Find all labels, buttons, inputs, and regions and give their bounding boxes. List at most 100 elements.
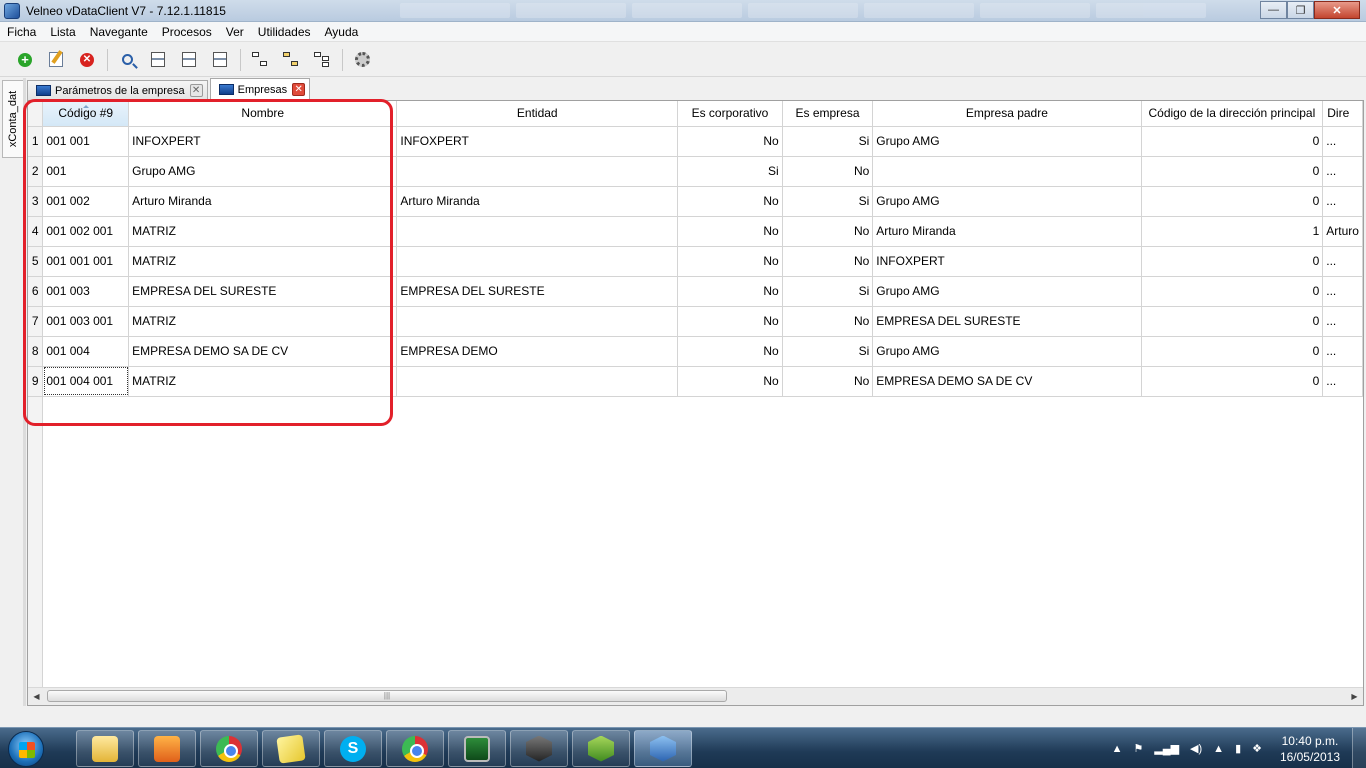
- close-icon[interactable]: ✕: [292, 83, 306, 96]
- cell-es-corporativo[interactable]: No: [677, 186, 783, 217]
- cell-codigo[interactable]: 001 003: [42, 276, 130, 307]
- start-button[interactable]: [8, 731, 44, 767]
- cell-codigo-direccion[interactable]: 0: [1141, 306, 1324, 337]
- cell-empresa-padre[interactable]: Grupo AMG: [872, 186, 1142, 217]
- cell-nombre[interactable]: EMPRESA DEL SURESTE: [128, 276, 398, 307]
- cell-direccion[interactable]: Arturo: [1322, 216, 1363, 247]
- cell-entidad[interactable]: EMPRESA DEL SURESTE: [396, 276, 679, 307]
- cell-nombre[interactable]: MATRIZ: [128, 366, 398, 397]
- cell-codigo-direccion[interactable]: 0: [1141, 276, 1324, 307]
- cell-direccion[interactable]: ...: [1322, 276, 1363, 307]
- cell-empresa-padre[interactable]: Grupo AMG: [872, 336, 1142, 367]
- cell-entidad[interactable]: EMPRESA DEMO: [396, 336, 679, 367]
- cell-nombre[interactable]: EMPRESA DEMO SA DE CV: [128, 336, 398, 367]
- cell-es-empresa[interactable]: No: [782, 366, 874, 397]
- cell-empresa-padre[interactable]: Arturo Miranda: [872, 216, 1142, 247]
- show-desktop-button[interactable]: [1352, 728, 1366, 768]
- cell-direccion[interactable]: ...: [1322, 186, 1363, 217]
- column-header-empresa-padre[interactable]: Empresa padre: [872, 101, 1142, 127]
- cell-es-corporativo[interactable]: No: [677, 246, 783, 277]
- tree-button[interactable]: [247, 47, 273, 73]
- scroll-left-icon[interactable]: ◀: [28, 688, 45, 705]
- table-row[interactable]: 7 001 003 001 MATRIZ No No EMPRESA DEL SUREST…: [28, 306, 1363, 337]
- scrollbar-thumb[interactable]: |||: [47, 690, 727, 702]
- cell-empresa-padre[interactable]: EMPRESA DEMO SA DE CV: [872, 366, 1142, 397]
- horizontal-scrollbar[interactable]: ◀ ||| ▶: [28, 687, 1363, 705]
- column-header-codigo[interactable]: Código #9: [42, 101, 130, 127]
- cell-direccion[interactable]: ...: [1322, 306, 1363, 337]
- dropbox-icon[interactable]: ❖: [1252, 742, 1262, 755]
- taskbar-app-chrome[interactable]: [200, 730, 258, 767]
- table-row[interactable]: 2 001 Grupo AMG Si No 0...: [28, 156, 1363, 187]
- column-header-es-corporativo[interactable]: Es corporativo: [677, 101, 783, 127]
- cell-entidad[interactable]: [396, 156, 679, 187]
- menu-navegante[interactable]: Navegante: [83, 25, 155, 39]
- menu-lista[interactable]: Lista: [43, 25, 82, 39]
- cell-es-corporativo[interactable]: No: [677, 276, 783, 307]
- column-header-entidad[interactable]: Entidad: [396, 101, 679, 127]
- cell-direccion[interactable]: ...: [1322, 246, 1363, 277]
- list-button[interactable]: [176, 47, 202, 73]
- cell-es-corporativo[interactable]: No: [677, 336, 783, 367]
- cell-es-empresa[interactable]: No: [782, 216, 874, 247]
- flag-icon[interactable]: ⚑: [1133, 742, 1143, 755]
- taskbar-app-sticky-notes[interactable]: [262, 730, 320, 767]
- taskbar-app-folder[interactable]: [76, 730, 134, 767]
- table-row[interactable]: 8 001 004 EMPRESA DEMO SA DE CV EMPRESA DEM…: [28, 336, 1363, 367]
- row-number[interactable]: 9: [28, 366, 44, 397]
- cell-nombre[interactable]: Arturo Miranda: [128, 186, 398, 217]
- tree-branch-button[interactable]: [309, 47, 335, 73]
- cell-entidad[interactable]: Arturo Miranda: [396, 186, 679, 217]
- taskbar-app-velneo-dark[interactable]: [510, 730, 568, 767]
- tab-empresas[interactable]: Empresas ✕: [209, 78, 311, 100]
- taskbar-app-monitor[interactable]: [448, 730, 506, 767]
- cell-entidad[interactable]: INFOXPERT: [396, 126, 679, 157]
- cell-direccion[interactable]: ...: [1322, 156, 1363, 187]
- scroll-right-icon[interactable]: ▶: [1346, 688, 1363, 705]
- grid-button[interactable]: [207, 47, 233, 73]
- close-button[interactable]: ✕: [1314, 1, 1360, 19]
- add-button[interactable]: +: [12, 47, 38, 73]
- row-number[interactable]: 7: [28, 306, 44, 337]
- cell-empresa-padre[interactable]: EMPRESA DEL SURESTE: [872, 306, 1142, 337]
- cell-codigo-direccion[interactable]: 0: [1141, 366, 1324, 397]
- table-row[interactable]: 3 001 002 Arturo Miranda Arturo Miranda No Si…: [28, 186, 1363, 217]
- cell-empresa-padre[interactable]: Grupo AMG: [872, 276, 1142, 307]
- row-number[interactable]: 5: [28, 246, 44, 277]
- column-header-es-empresa[interactable]: Es empresa: [782, 101, 874, 127]
- taskbar-clock[interactable]: 10:40 p.m. 16/05/2013: [1280, 733, 1340, 765]
- row-number[interactable]: 4: [28, 216, 44, 247]
- cell-entidad[interactable]: [396, 246, 679, 277]
- cell-codigo-direccion[interactable]: 0: [1141, 186, 1324, 217]
- row-number[interactable]: 1: [28, 126, 44, 157]
- cell-empresa-padre[interactable]: INFOXPERT: [872, 246, 1142, 277]
- battery-icon[interactable]: ▮: [1235, 742, 1241, 755]
- maximize-button[interactable]: ❐: [1287, 1, 1314, 19]
- search-button[interactable]: [114, 47, 140, 73]
- table-row[interactable]: 6 001 003 EMPRESA DEL SURESTE EMPRESA DEL S…: [28, 276, 1363, 307]
- cell-codigo[interactable]: 001 001: [42, 126, 130, 157]
- cell-codigo[interactable]: 001 004: [42, 336, 130, 367]
- cell-entidad[interactable]: [396, 366, 679, 397]
- table-row[interactable]: 9 001 004 001 MATRIZ No No EMPRESA DEMO SA DE…: [28, 366, 1363, 397]
- minimize-button[interactable]: —: [1260, 1, 1287, 19]
- cell-empresa-padre[interactable]: [872, 156, 1142, 187]
- menu-procesos[interactable]: Procesos: [155, 25, 219, 39]
- cell-es-corporativo[interactable]: No: [677, 306, 783, 337]
- cell-nombre[interactable]: INFOXPERT: [128, 126, 398, 157]
- tray-expand-icon[interactable]: ▲: [1112, 743, 1123, 755]
- cell-entidad[interactable]: [396, 216, 679, 247]
- cell-es-empresa[interactable]: Si: [782, 186, 874, 217]
- taskbar-app-chrome[interactable]: [386, 730, 444, 767]
- cell-direccion[interactable]: ...: [1322, 366, 1363, 397]
- cell-nombre[interactable]: MATRIZ: [128, 216, 398, 247]
- close-icon[interactable]: ✕: [189, 84, 203, 97]
- cell-nombre[interactable]: Grupo AMG: [128, 156, 398, 187]
- column-header-codigo-direccion[interactable]: Código de la dirección principal: [1141, 101, 1324, 127]
- cell-codigo-direccion[interactable]: 0: [1141, 126, 1324, 157]
- cell-codigo[interactable]: 001: [42, 156, 130, 187]
- corner-cell[interactable]: [28, 101, 44, 127]
- menu-ayuda[interactable]: Ayuda: [318, 25, 366, 39]
- cell-nombre[interactable]: MATRIZ: [128, 246, 398, 277]
- form-button[interactable]: [145, 47, 171, 73]
